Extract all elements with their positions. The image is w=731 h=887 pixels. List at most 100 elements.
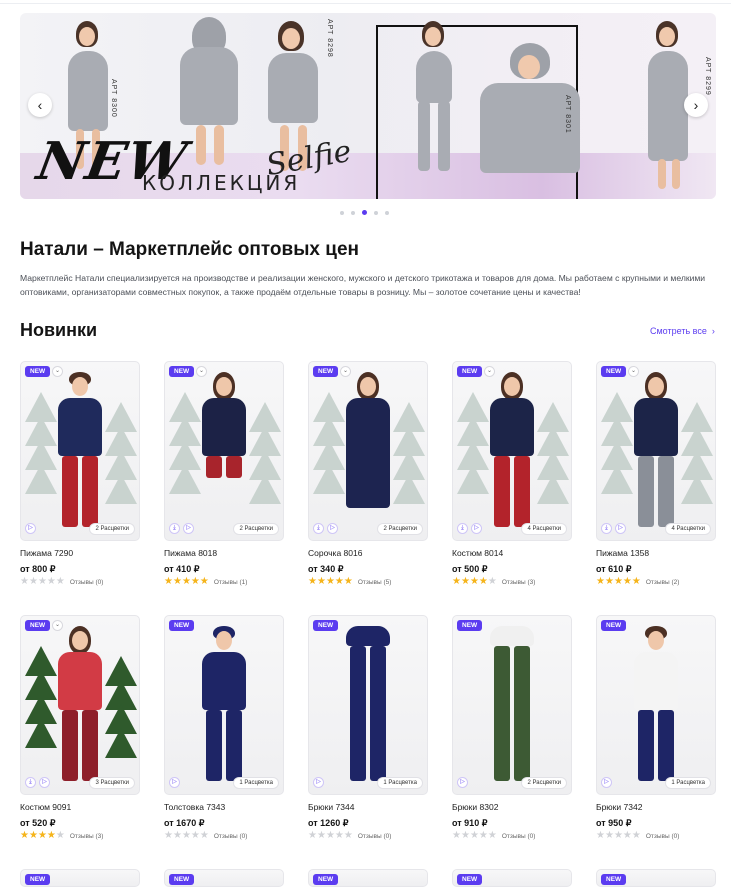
- product-model: [338, 372, 398, 537]
- product-model: [338, 626, 398, 791]
- banner-article: АРТ 8299: [704, 57, 711, 96]
- product-image[interactable]: NEW: [596, 869, 716, 887]
- play-video-icon[interactable]: ▷: [457, 777, 468, 788]
- product-price: от 340 ₽: [308, 564, 344, 574]
- new-badge: NEW: [169, 620, 195, 631]
- product-image[interactable]: NEW ▷ 1 Расцветка: [308, 615, 428, 795]
- banner-next-button[interactable]: ›: [684, 93, 708, 117]
- product-rating: ★ ★ ★ ★ ★ Отзывы (2): [596, 577, 679, 587]
- banner-prev-button[interactable]: ‹: [28, 93, 52, 117]
- play-video-icon[interactable]: ▷: [25, 523, 36, 534]
- reviews-link[interactable]: Отзывы (0): [358, 833, 392, 840]
- product-name[interactable]: Сорочка 8016: [308, 548, 362, 558]
- reviews-link[interactable]: Отзывы (3): [502, 579, 536, 586]
- play-video-icon[interactable]: ▷: [327, 523, 338, 534]
- product-image[interactable]: NEW ▷ 1 Расцветка: [164, 615, 284, 795]
- product-name[interactable]: Костюм 8014: [452, 548, 503, 558]
- play-video-icon[interactable]: ▷: [471, 523, 482, 534]
- new-badge: NEW: [601, 874, 627, 885]
- reviews-link[interactable]: Отзывы (0): [502, 833, 536, 840]
- product-image[interactable]: NEW: [20, 869, 140, 887]
- product-name[interactable]: Толстовка 7343: [164, 802, 225, 812]
- product-model: [482, 626, 542, 791]
- play-video-icon[interactable]: ▷: [183, 523, 194, 534]
- product-price: от 1260 ₽: [308, 818, 349, 828]
- download-icon[interactable]: ⤓: [313, 523, 324, 534]
- product-image[interactable]: NEW ⌄ ⤓ ▷ 2 Расцветки: [164, 361, 284, 541]
- product-image[interactable]: NEW: [164, 869, 284, 887]
- product-price: от 410 ₽: [164, 564, 200, 574]
- promo-banner[interactable]: АРТ 8300 АРТ 8298 АРТ 8301 АРТ 8299 NEW …: [20, 13, 716, 199]
- play-video-icon[interactable]: ▷: [601, 777, 612, 788]
- product-image[interactable]: NEW ⌄ ⤓ ▷ 2 Расцветки: [308, 361, 428, 541]
- chevron-down-icon[interactable]: ⌄: [196, 366, 207, 377]
- product-rating: ★ ★ ★ ★ ★ Отзывы (5): [308, 577, 391, 587]
- star-icon: ★: [190, 576, 200, 587]
- product-image[interactable]: NEW: [452, 869, 572, 887]
- product-image[interactable]: NEW ⌄ ⤓ ▷ 3 Расцветки: [20, 615, 140, 795]
- product-name[interactable]: Брюки 7344: [308, 802, 354, 812]
- product-image[interactable]: NEW ⌄ ⤓ ▷ 4 Расцветки: [452, 361, 572, 541]
- pagination-dot[interactable]: [374, 210, 378, 215]
- reviews-link[interactable]: Отзывы (3): [70, 833, 104, 840]
- product-name[interactable]: Пижама 7290: [20, 548, 73, 558]
- product-name[interactable]: Брюки 8302: [452, 802, 498, 812]
- play-video-icon[interactable]: ▷: [313, 777, 324, 788]
- reviews-link[interactable]: Отзывы (1): [214, 579, 248, 586]
- new-badge: NEW: [25, 620, 51, 631]
- star-icon: ★: [343, 576, 353, 587]
- new-badge: NEW: [25, 874, 51, 885]
- color-count-badge: 4 Расцветки: [665, 523, 711, 535]
- download-icon[interactable]: ⤓: [457, 523, 468, 534]
- star-icon: ★: [28, 576, 38, 587]
- download-icon[interactable]: ⤓: [25, 777, 36, 788]
- chevron-down-icon[interactable]: ⌄: [484, 366, 495, 377]
- chevron-down-icon[interactable]: ⌄: [52, 366, 63, 377]
- reviews-link[interactable]: Отзывы (0): [646, 833, 680, 840]
- section-title: Новинки: [20, 320, 98, 340]
- chevron-down-icon[interactable]: ⌄: [340, 366, 351, 377]
- product-name[interactable]: Костюм 9091: [20, 802, 71, 812]
- chevron-down-icon[interactable]: ⌄: [52, 620, 63, 631]
- star-icon: ★: [20, 830, 29, 841]
- product-model: [482, 372, 542, 537]
- star-icon: ★: [308, 830, 317, 841]
- pagination-dot[interactable]: [362, 210, 367, 215]
- pagination-dot[interactable]: [351, 210, 355, 215]
- reviews-link[interactable]: Отзывы (0): [70, 579, 104, 586]
- see-all-link[interactable]: Смотреть все ›: [650, 326, 715, 336]
- product-image[interactable]: NEW ⌄ ⤓ ▷ 4 Расцветки: [596, 361, 716, 541]
- star-icon: ★: [55, 830, 65, 841]
- play-video-icon[interactable]: ▷: [169, 777, 180, 788]
- star-icon: ★: [37, 576, 47, 587]
- pagination-dot[interactable]: [340, 210, 344, 215]
- reviews-link[interactable]: Отзывы (0): [214, 833, 248, 840]
- product-name[interactable]: Пижама 8018: [164, 548, 217, 558]
- product-price: от 500 ₽: [452, 564, 488, 574]
- product-name[interactable]: Брюки 7342: [596, 802, 642, 812]
- product-image[interactable]: NEW: [308, 869, 428, 887]
- star-icon: ★: [613, 576, 623, 587]
- product-image[interactable]: NEW ▷ 2 Расцветки: [452, 615, 572, 795]
- reviews-link[interactable]: Отзывы (5): [358, 579, 392, 586]
- pagination-dot[interactable]: [385, 210, 389, 215]
- star-icon: ★: [199, 576, 209, 587]
- star-icon: ★: [181, 830, 191, 841]
- reviews-link[interactable]: Отзывы (2): [646, 579, 680, 586]
- banner-pagination: [340, 210, 389, 215]
- play-video-icon[interactable]: ▷: [615, 523, 626, 534]
- star-icon: ★: [37, 830, 47, 841]
- product-image[interactable]: NEW ▷ 1 Расцветка: [596, 615, 716, 795]
- star-icon: ★: [334, 830, 344, 841]
- download-icon[interactable]: ⤓: [601, 523, 612, 534]
- color-count-badge: 1 Расцветка: [665, 777, 711, 789]
- star-icon: ★: [460, 830, 470, 841]
- color-count-badge: 3 Расцветки: [89, 777, 135, 789]
- product-name[interactable]: Пижама 1358: [596, 548, 649, 558]
- chevron-down-icon[interactable]: ⌄: [628, 366, 639, 377]
- star-icon: ★: [487, 576, 497, 587]
- product-image[interactable]: NEW ⌄ ▷ 2 Расцветки: [20, 361, 140, 541]
- play-video-icon[interactable]: ▷: [39, 777, 50, 788]
- download-icon[interactable]: ⤓: [169, 523, 180, 534]
- new-badge: NEW: [313, 874, 339, 885]
